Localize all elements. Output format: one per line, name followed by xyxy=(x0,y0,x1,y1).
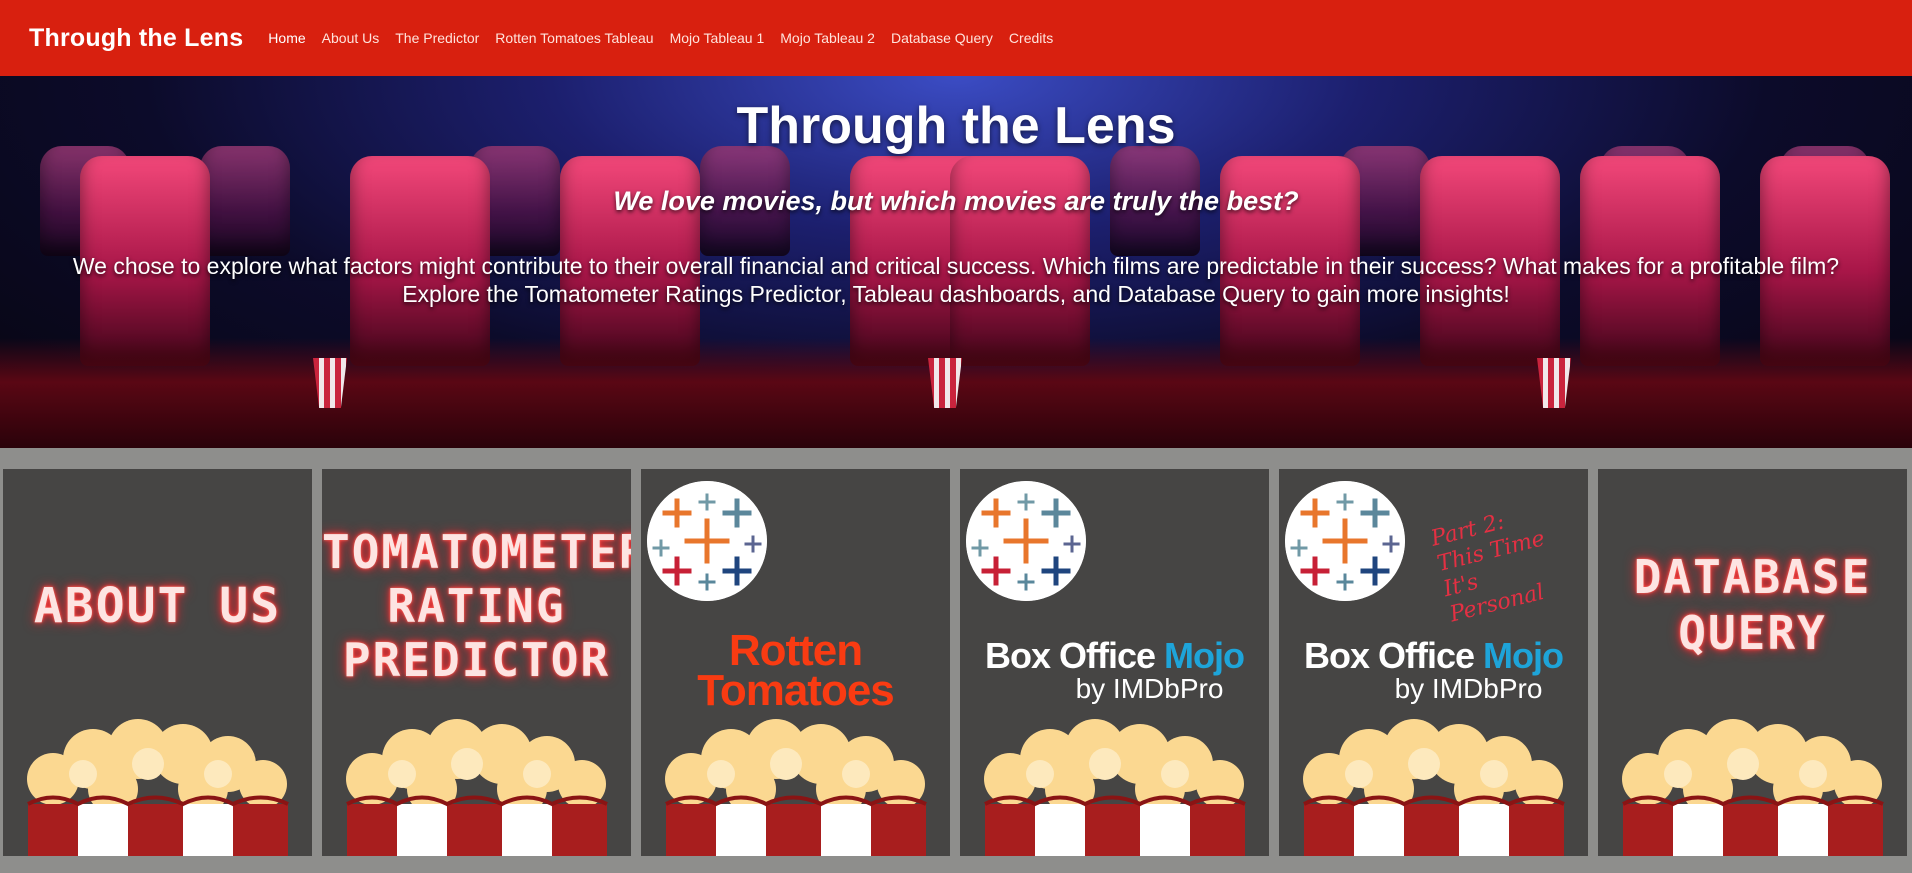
tableau-logo-icon xyxy=(1285,481,1405,601)
popcorn-bucket-icon xyxy=(984,719,1246,856)
popcorn-bucket-icon xyxy=(1303,719,1565,856)
nav-database-query[interactable]: Database Query xyxy=(891,30,993,46)
nav-mojo-tableau-2[interactable]: Mojo Tableau 2 xyxy=(780,30,875,46)
card-grid: ABOUT US TOMATOMETER RATING PREDICTOR Ro… xyxy=(0,469,1912,856)
popcorn-bucket-icon xyxy=(27,719,289,856)
logo-line: Tomatoes xyxy=(697,666,895,715)
logo-main-text: Box Office xyxy=(1303,635,1475,676)
neon-line: TOMATOMETER xyxy=(322,525,631,579)
brand-title[interactable]: Through the Lens xyxy=(29,24,243,53)
card-neon-title: DATABASE QUERY xyxy=(1598,549,1907,661)
neon-line: DATABASE xyxy=(1633,550,1872,604)
rotten-tomatoes-logo: Rotten Tomatoes xyxy=(641,626,950,715)
card-neon-title: TOMATOMETER RATING PREDICTOR xyxy=(322,525,631,687)
hero-description: We chose to explore what factors might c… xyxy=(72,253,1840,307)
nav-about-us[interactable]: About Us xyxy=(322,30,380,46)
card-about-us[interactable]: ABOUT US xyxy=(3,469,312,856)
popcorn-bucket-icon xyxy=(665,719,927,856)
logo-line: Rotten xyxy=(728,626,863,675)
card-mojo-tableau-1[interactable]: Box Office Mojo by IMDbPro xyxy=(960,469,1269,856)
tableau-logo-icon xyxy=(966,481,1086,601)
card-database-query[interactable]: DATABASE QUERY xyxy=(1598,469,1907,856)
nav-rotten-tomatoes-tableau[interactable]: Rotten Tomatoes Tableau xyxy=(495,30,653,46)
logo-main-text: Box Office xyxy=(984,635,1156,676)
nav-mojo-tableau-1[interactable]: Mojo Tableau 1 xyxy=(670,30,765,46)
hero-title: Through the Lens xyxy=(736,97,1176,155)
popcorn-bucket-icon xyxy=(346,719,608,856)
card-tomatometer-predictor[interactable]: TOMATOMETER RATING PREDICTOR xyxy=(322,469,631,856)
logo-accent-text: Mojo xyxy=(1164,635,1245,676)
neon-line: RATING xyxy=(387,579,566,633)
logo-sub-text: by IMDbPro xyxy=(1394,673,1543,704)
nav-home[interactable]: Home xyxy=(268,30,305,46)
handwritten-note: Part 2: This Time It's Personal xyxy=(1428,494,1588,629)
hero-banner: Through the Lens We love movies, but whi… xyxy=(0,76,1912,448)
logo-sub-text: by IMDbPro xyxy=(1075,673,1224,704)
neon-line: PREDICTOR xyxy=(342,633,611,687)
tableau-logo-icon xyxy=(647,481,767,601)
box-office-mojo-logo: Box Office Mojo by IMDbPro xyxy=(960,635,1269,705)
popcorn-bucket-icon xyxy=(1622,719,1884,856)
card-neon-title: ABOUT US xyxy=(3,579,312,633)
navbar: Through the Lens Home About Us The Predi… xyxy=(0,0,1912,76)
card-mojo-tableau-2[interactable]: Part 2: This Time It's Personal Box Offi… xyxy=(1279,469,1588,856)
nav-credits[interactable]: Credits xyxy=(1009,30,1053,46)
logo-accent-text: Mojo xyxy=(1483,635,1564,676)
box-office-mojo-logo: Box Office Mojo by IMDbPro xyxy=(1279,635,1588,705)
card-rotten-tomatoes-tableau[interactable]: Rotten Tomatoes xyxy=(641,469,950,856)
nav-the-predictor[interactable]: The Predictor xyxy=(395,30,479,46)
hero-subtitle: We love movies, but which movies are tru… xyxy=(613,186,1299,216)
neon-line: ABOUT US xyxy=(33,578,282,634)
neon-line: QUERY xyxy=(1678,606,1827,660)
